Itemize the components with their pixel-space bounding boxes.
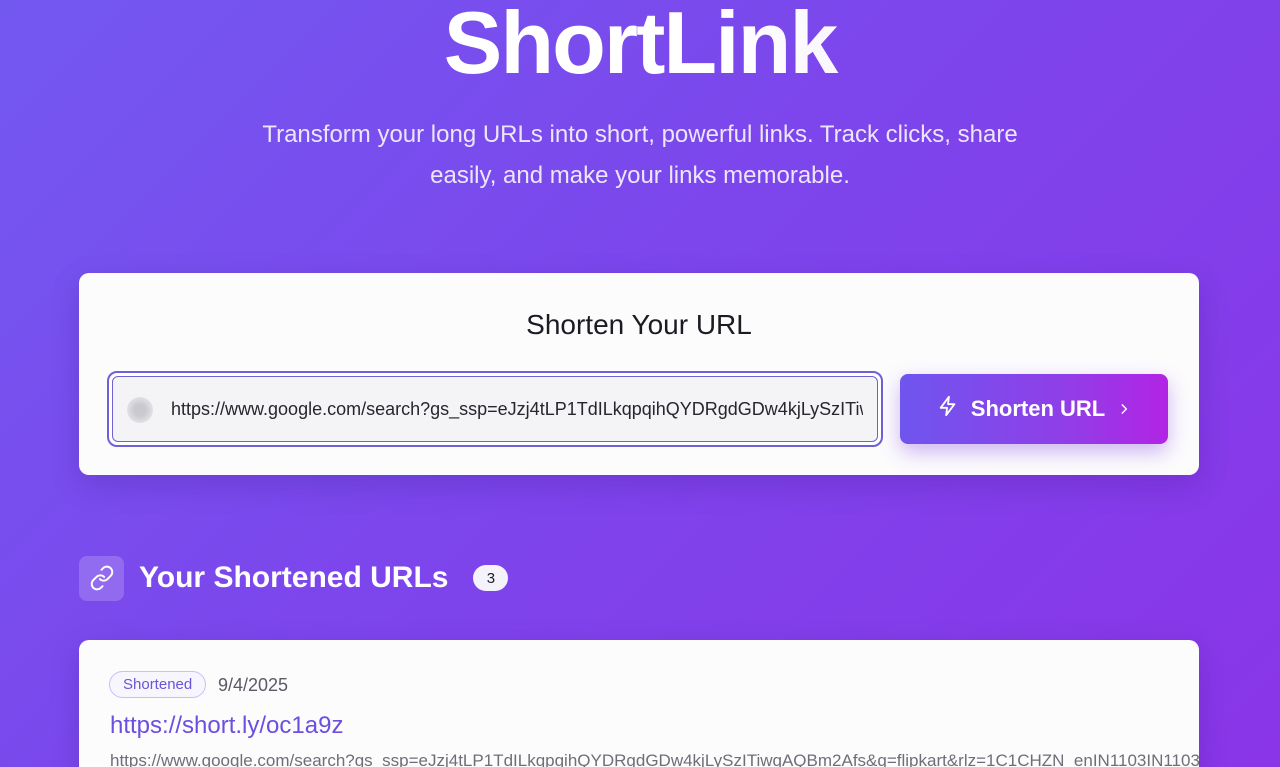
favicon-placeholder-icon — [127, 397, 153, 423]
chevron-right-icon — [1117, 396, 1131, 422]
shorten-url-button-label: Shorten URL — [970, 396, 1106, 421]
shortened-urls-header: Your Shortened URLs 3 — [79, 555, 509, 601]
url-count-badge: 3 — [473, 565, 509, 591]
url-input-container[interactable] — [112, 376, 878, 442]
url-input-focus-ring — [107, 371, 883, 447]
created-date: 9/4/2025 — [218, 675, 289, 695]
shortened-url-card: Shortened 9/4/2025 https://short.ly/oc1a… — [79, 640, 1199, 767]
app-subtitle: Transform your long URLs into short, pow… — [262, 121, 1018, 189]
short-url-link[interactable]: https://short.ly/oc1a9z — [110, 712, 343, 740]
shorten-url-button[interactable]: Shorten URL — [900, 374, 1168, 444]
app-title: ShortLink — [0, 0, 1280, 94]
url-input[interactable] — [171, 377, 863, 441]
shorten-heading: Shorten Your URL — [526, 309, 752, 340]
original-url: https://www.google.com/search?gs_ssp=eJz… — [110, 751, 1199, 767]
shortened-urls-title: Your Shortened URLs — [139, 561, 449, 594]
lightning-icon — [937, 395, 959, 423]
status-badge: Shortened — [109, 671, 207, 698]
link-icon — [79, 555, 124, 601]
shorten-card: Shorten Your URL Shorten URL — [79, 273, 1199, 475]
